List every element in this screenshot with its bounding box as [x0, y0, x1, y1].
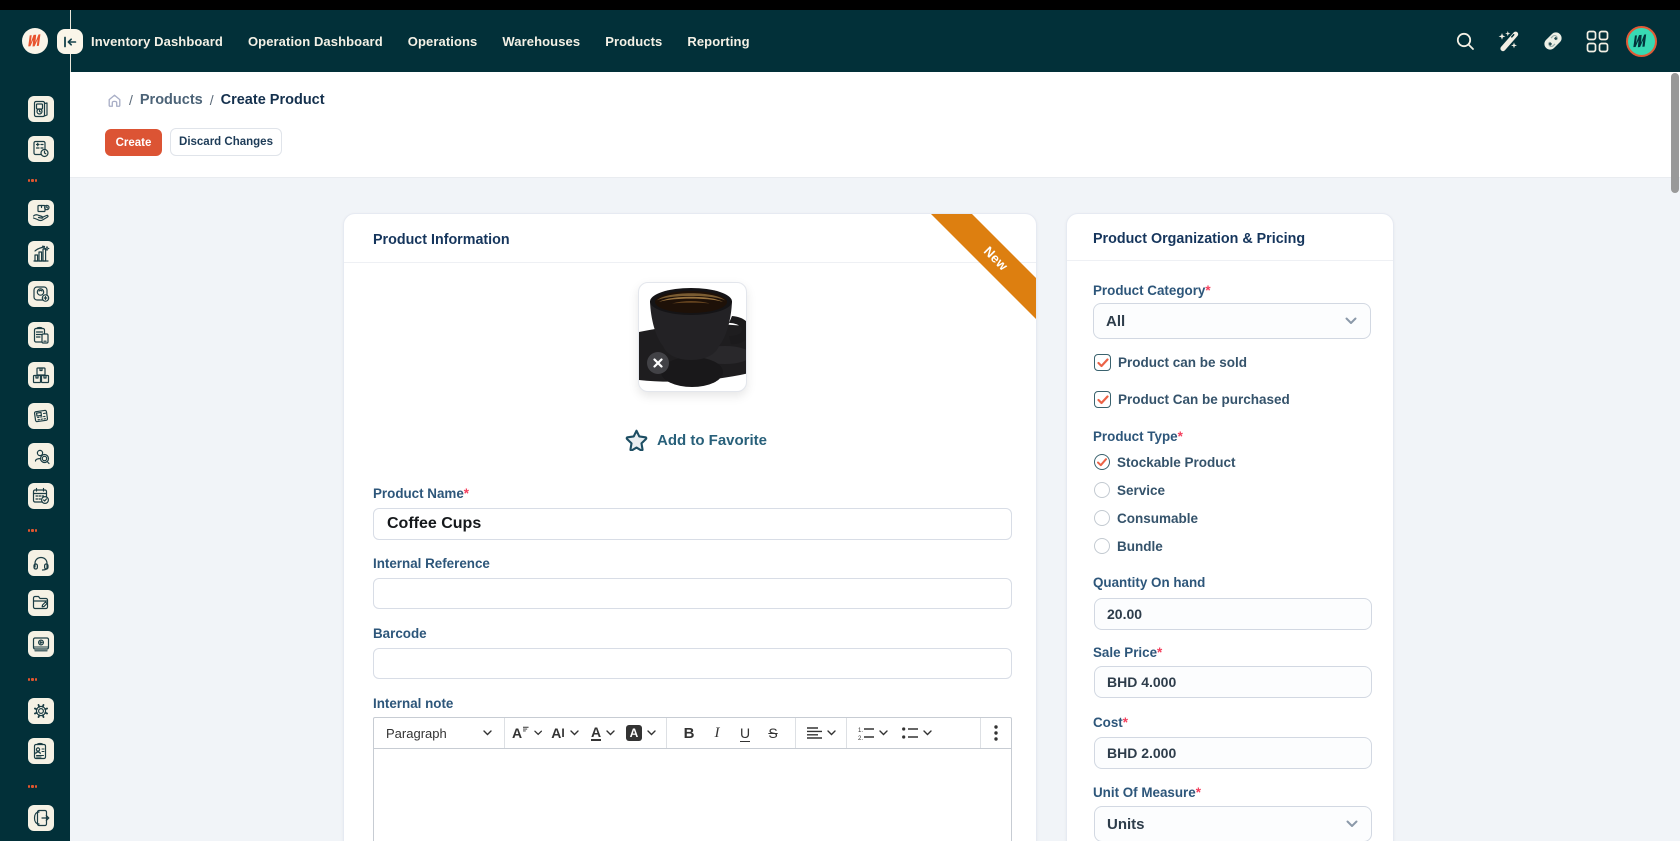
svg-text:2.: 2.	[858, 736, 863, 740]
svg-text:1.: 1.	[858, 728, 863, 734]
